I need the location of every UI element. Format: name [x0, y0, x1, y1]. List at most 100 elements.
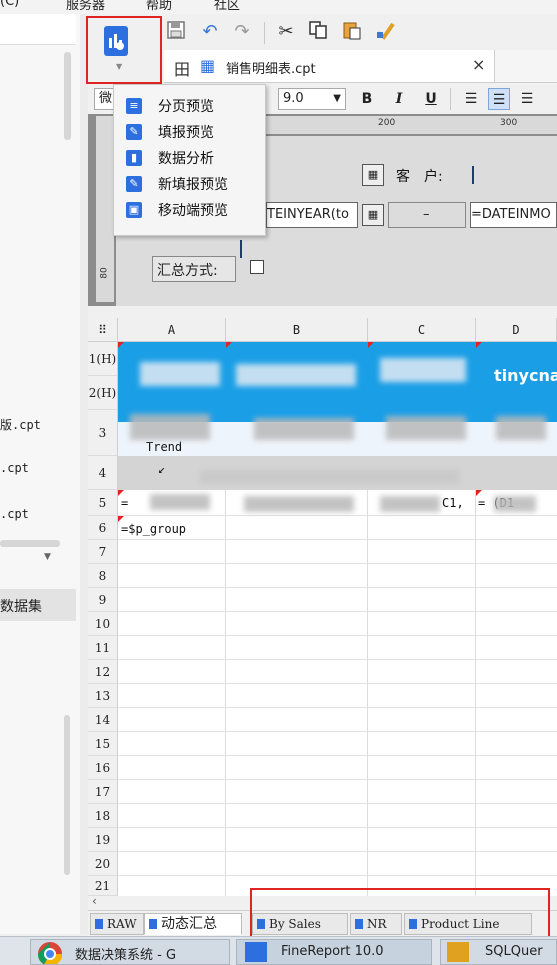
row-header-8[interactable]: 8 — [88, 564, 118, 588]
row-header-5[interactable]: 5 — [88, 490, 118, 516]
row-header-1[interactable]: 1(H) — [88, 342, 118, 376]
menu-item-data-analysis[interactable]: ▮ 数据分析 — [114, 145, 265, 171]
summary-widget-marker — [240, 240, 242, 258]
chevron-down-icon[interactable]: ▼ — [44, 552, 51, 562]
customer-combobox-marker[interactable] — [472, 166, 474, 184]
row-header-21[interactable]: 21 — [88, 876, 118, 896]
font-size-select[interactable]: 9.0 ▼ — [278, 88, 346, 110]
column-header-b[interactable]: B — [226, 318, 368, 342]
menu-item-fill-preview[interactable]: ✎ 填报预览 — [114, 119, 265, 145]
menu-item-server[interactable]: 服务器 — [66, 0, 105, 13]
row-header-14[interactable]: 14 — [88, 708, 118, 732]
template-file-2[interactable]: .cpt — [0, 461, 29, 475]
dataset-scrollbar[interactable] — [64, 715, 70, 875]
calendar-icon[interactable]: ▦ — [362, 204, 384, 226]
toolbar-separator — [264, 22, 265, 44]
column-header-c[interactable]: C — [368, 318, 476, 342]
cell-a6[interactable]: =$p_group — [121, 522, 186, 536]
menubar: (C) 服务器 帮助 社区 — [0, 0, 557, 14]
italic-button[interactable]: I — [388, 88, 410, 110]
banner-text: tinycna — [494, 366, 557, 385]
calendar-icon[interactable]: ▦ — [362, 164, 384, 186]
sheet-tab-dynamic-summary[interactable]: 动态汇总 — [144, 913, 242, 935]
row-header-12[interactable]: 12 — [88, 660, 118, 684]
undo-icon[interactable]: ↶ — [198, 20, 222, 44]
menu-item-page-preview[interactable]: ≡ 分页预览 — [114, 93, 265, 119]
bold-button[interactable]: B — [356, 88, 378, 110]
row-header-11[interactable]: 11 — [88, 636, 118, 660]
redo-icon[interactable]: ↷ — [230, 20, 254, 44]
summary-checkbox[interactable] — [250, 260, 264, 274]
row-header-18[interactable]: 18 — [88, 804, 118, 828]
align-center-icon[interactable]: ☰ — [488, 88, 510, 110]
ruler-mark-80: 80 — [99, 267, 110, 279]
cell-a4: ↙ — [158, 462, 166, 476]
row-header-9[interactable]: 9 — [88, 588, 118, 612]
column-header-a[interactable]: A — [118, 318, 226, 342]
end-date-field[interactable]: =DATEINMO — [470, 202, 557, 228]
cell-marker — [476, 342, 482, 348]
cell-c5[interactable]: C1, — [442, 496, 464, 510]
close-icon[interactable]: × — [472, 55, 485, 74]
sheet-tab-raw[interactable]: RAW — [90, 913, 144, 935]
mobile-preview-icon: ▣ — [126, 202, 142, 218]
cell-marker — [118, 342, 124, 348]
taskbar-chrome-label: 数据决策系统 - G — [75, 948, 177, 963]
font-size-value: 9.0 — [283, 91, 304, 106]
template-file-1[interactable]: 版.cpt — [0, 416, 41, 433]
copy-icon[interactable] — [306, 20, 330, 44]
cut-icon[interactable]: ✂ — [274, 20, 298, 44]
taskbar-finereport-label: FineReport 10.0 — [281, 944, 384, 959]
row-header-17[interactable]: 17 — [88, 780, 118, 804]
template-tree-scrollbar[interactable] — [64, 52, 71, 140]
row-header-6[interactable]: 6 — [88, 516, 118, 540]
tab-sales-detail[interactable]: 田 ▦ 销售明细表.cpt × — [164, 50, 495, 82]
template-tree-hscrollbar[interactable] — [0, 540, 60, 547]
row-header-3[interactable]: 3 — [88, 410, 118, 456]
toolbar-separator — [450, 88, 451, 110]
row-header-2[interactable]: 2(H) — [88, 376, 118, 410]
row-header-7[interactable]: 7 — [88, 540, 118, 564]
grid-icon: 田 — [174, 60, 191, 79]
dataset-label: 数据集 — [0, 599, 42, 615]
chevron-down-icon: ▼ — [333, 93, 341, 104]
menu-item-help[interactable]: 帮助 — [146, 0, 172, 13]
dataset-panel-header[interactable]: 数据集 — [0, 589, 76, 621]
vertical-ruler: 80 — [96, 116, 114, 302]
cell-a3: Trend — [146, 440, 183, 454]
align-left-icon[interactable]: ☰ — [460, 88, 482, 110]
chrome-icon — [37, 941, 63, 964]
cell-a5[interactable]: = — [121, 496, 128, 510]
preview-button[interactable]: ▼ — [86, 16, 162, 84]
menu-item-community[interactable]: 社区 — [214, 0, 240, 13]
row-header-16[interactable]: 16 — [88, 756, 118, 780]
date-range-separator: – — [388, 202, 466, 228]
panel-splitter[interactable] — [80, 14, 88, 934]
menu-item-mobile-preview[interactable]: ▣ 移动端预览 — [114, 197, 265, 223]
paste-icon[interactable] — [340, 20, 364, 44]
taskbar-finereport[interactable]: FineReport 10.0 — [236, 939, 432, 965]
row-header-20[interactable]: 20 — [88, 852, 118, 876]
template-file-3[interactable]: .cpt — [0, 507, 29, 521]
format-painter-icon[interactable] — [374, 20, 398, 44]
document-tabs: 田 ▦ 销售明细表.cpt × — [164, 50, 557, 83]
menu-item-new-fill-preview[interactable]: ✎ 新填报预览 — [114, 171, 265, 197]
row-header-19[interactable]: 19 — [88, 828, 118, 852]
save-icon[interactable] — [164, 20, 188, 44]
row-header-15[interactable]: 15 — [88, 732, 118, 756]
start-date-field[interactable]: TEINYEAR(to — [266, 202, 358, 228]
row-header-4[interactable]: 4 — [88, 456, 118, 490]
summary-label: 汇总方式: — [157, 263, 218, 279]
underline-button[interactable]: U — [420, 88, 442, 110]
taskbar-chrome[interactable]: 数据决策系统 - G — [30, 939, 230, 965]
align-right-icon[interactable]: ☰ — [516, 88, 538, 110]
preview-dropdown-arrow-icon[interactable]: ▼ — [116, 62, 122, 71]
sheet-icon — [95, 919, 103, 929]
taskbar-sqlquery[interactable]: SQLQuer — [440, 939, 557, 965]
row-header-13[interactable]: 13 — [88, 684, 118, 708]
menu-item-c[interactable]: (C) — [0, 0, 19, 9]
column-header-d[interactable]: D — [476, 318, 557, 342]
select-all-corner[interactable]: ⠿ — [88, 318, 118, 342]
row-header-10[interactable]: 10 — [88, 612, 118, 636]
chevron-left-icon[interactable]: ‹ — [92, 894, 97, 908]
